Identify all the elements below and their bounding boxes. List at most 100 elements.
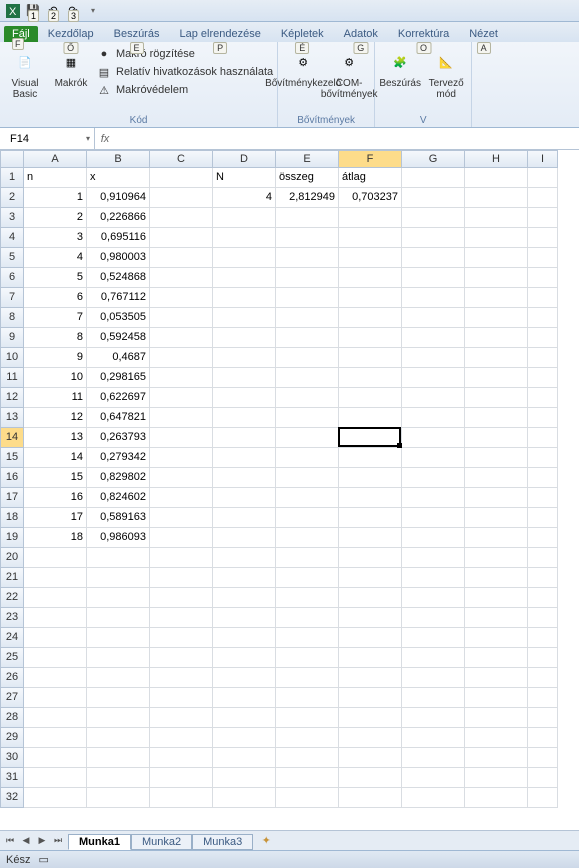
cell-F2[interactable]: 0,703237 xyxy=(339,188,402,208)
cell-H8[interactable] xyxy=(465,308,528,328)
row-header-12[interactable]: 12 xyxy=(0,388,24,408)
cell-A14[interactable]: 13 xyxy=(24,428,87,448)
cell-C12[interactable] xyxy=(150,388,213,408)
row-header-32[interactable]: 32 xyxy=(0,788,24,808)
row-header-19[interactable]: 19 xyxy=(0,528,24,548)
column-header-B[interactable]: B xyxy=(87,150,150,168)
cell-A2[interactable]: 1 xyxy=(24,188,87,208)
cell-B9[interactable]: 0,592458 xyxy=(87,328,150,348)
row-header-30[interactable]: 30 xyxy=(0,748,24,768)
cell-H27[interactable] xyxy=(465,688,528,708)
cell-D2[interactable]: 4 xyxy=(213,188,276,208)
cell-H26[interactable] xyxy=(465,668,528,688)
tab-kezdőlap[interactable]: KezdőlapŐ xyxy=(38,26,104,42)
cell-G23[interactable] xyxy=(402,608,465,628)
tab-beszúrás[interactable]: BeszúrásE xyxy=(104,26,170,42)
macro-security[interactable]: ⚠Makróvédelem xyxy=(96,82,273,98)
row-header-14[interactable]: 14 xyxy=(0,428,24,448)
cell-E1[interactable]: összeg xyxy=(276,168,339,188)
cell-D1[interactable]: N xyxy=(213,168,276,188)
cell-G27[interactable] xyxy=(402,688,465,708)
select-all-corner[interactable] xyxy=(0,150,24,168)
cell-G4[interactable] xyxy=(402,228,465,248)
cell-D32[interactable] xyxy=(213,788,276,808)
cell-D12[interactable] xyxy=(213,388,276,408)
cell-F24[interactable] xyxy=(339,628,402,648)
cell-A12[interactable]: 11 xyxy=(24,388,87,408)
cell-A22[interactable] xyxy=(24,588,87,608)
cell-I9[interactable] xyxy=(528,328,558,348)
sheet-nav-3[interactable]: ⏭ xyxy=(50,833,66,849)
cell-D17[interactable] xyxy=(213,488,276,508)
cell-E31[interactable] xyxy=(276,768,339,788)
row-header-17[interactable]: 17 xyxy=(0,488,24,508)
cell-E14[interactable] xyxy=(276,428,339,448)
cell-D22[interactable] xyxy=(213,588,276,608)
cell-D9[interactable] xyxy=(213,328,276,348)
cell-F29[interactable] xyxy=(339,728,402,748)
cell-I8[interactable] xyxy=(528,308,558,328)
cell-B1[interactable]: x xyxy=(87,168,150,188)
cell-G8[interactable] xyxy=(402,308,465,328)
cell-C28[interactable] xyxy=(150,708,213,728)
cell-I15[interactable] xyxy=(528,448,558,468)
cell-C27[interactable] xyxy=(150,688,213,708)
cell-I4[interactable] xyxy=(528,228,558,248)
cell-G2[interactable] xyxy=(402,188,465,208)
cell-D30[interactable] xyxy=(213,748,276,768)
cell-C26[interactable] xyxy=(150,668,213,688)
cell-H11[interactable] xyxy=(465,368,528,388)
cell-I18[interactable] xyxy=(528,508,558,528)
cell-E32[interactable] xyxy=(276,788,339,808)
cell-B15[interactable]: 0,279342 xyxy=(87,448,150,468)
cell-D23[interactable] xyxy=(213,608,276,628)
cell-F8[interactable] xyxy=(339,308,402,328)
cell-I17[interactable] xyxy=(528,488,558,508)
cell-C25[interactable] xyxy=(150,648,213,668)
cell-B30[interactable] xyxy=(87,748,150,768)
cell-F3[interactable] xyxy=(339,208,402,228)
cell-E16[interactable] xyxy=(276,468,339,488)
cell-D26[interactable] xyxy=(213,668,276,688)
cell-F18[interactable] xyxy=(339,508,402,528)
row-header-25[interactable]: 25 xyxy=(0,648,24,668)
cell-G15[interactable] xyxy=(402,448,465,468)
cell-I14[interactable] xyxy=(528,428,558,448)
cell-C3[interactable] xyxy=(150,208,213,228)
cell-E5[interactable] xyxy=(276,248,339,268)
cell-D5[interactable] xyxy=(213,248,276,268)
cell-E15[interactable] xyxy=(276,448,339,468)
cell-F9[interactable] xyxy=(339,328,402,348)
cell-A31[interactable] xyxy=(24,768,87,788)
cell-F12[interactable] xyxy=(339,388,402,408)
tab-korrektúra[interactable]: KorrektúraO xyxy=(388,26,459,42)
spreadsheet-grid[interactable]: ABCDEFGHI 1nxNösszegátlag210,91096442,81… xyxy=(0,150,579,808)
cell-I13[interactable] xyxy=(528,408,558,428)
cell-D7[interactable] xyxy=(213,288,276,308)
cell-B13[interactable]: 0,647821 xyxy=(87,408,150,428)
cell-C18[interactable] xyxy=(150,508,213,528)
cell-C17[interactable] xyxy=(150,488,213,508)
cell-B14[interactable]: 0,263793 xyxy=(87,428,150,448)
row-header-3[interactable]: 3 xyxy=(0,208,24,228)
cell-G30[interactable] xyxy=(402,748,465,768)
cell-H30[interactable] xyxy=(465,748,528,768)
cell-H20[interactable] xyxy=(465,548,528,568)
cell-E30[interactable] xyxy=(276,748,339,768)
cell-H24[interactable] xyxy=(465,628,528,648)
row-header-31[interactable]: 31 xyxy=(0,768,24,788)
cell-H19[interactable] xyxy=(465,528,528,548)
row-header-29[interactable]: 29 xyxy=(0,728,24,748)
cell-I28[interactable] xyxy=(528,708,558,728)
cell-F31[interactable] xyxy=(339,768,402,788)
cell-H3[interactable] xyxy=(465,208,528,228)
sheet-tab-munka3[interactable]: Munka3 xyxy=(192,834,253,850)
cell-A19[interactable]: 18 xyxy=(24,528,87,548)
cell-G21[interactable] xyxy=(402,568,465,588)
cell-D4[interactable] xyxy=(213,228,276,248)
cell-D16[interactable] xyxy=(213,468,276,488)
cell-H16[interactable] xyxy=(465,468,528,488)
cell-I32[interactable] xyxy=(528,788,558,808)
cell-H1[interactable] xyxy=(465,168,528,188)
design-mode-button[interactable]: 📐Tervező mód xyxy=(425,44,467,114)
